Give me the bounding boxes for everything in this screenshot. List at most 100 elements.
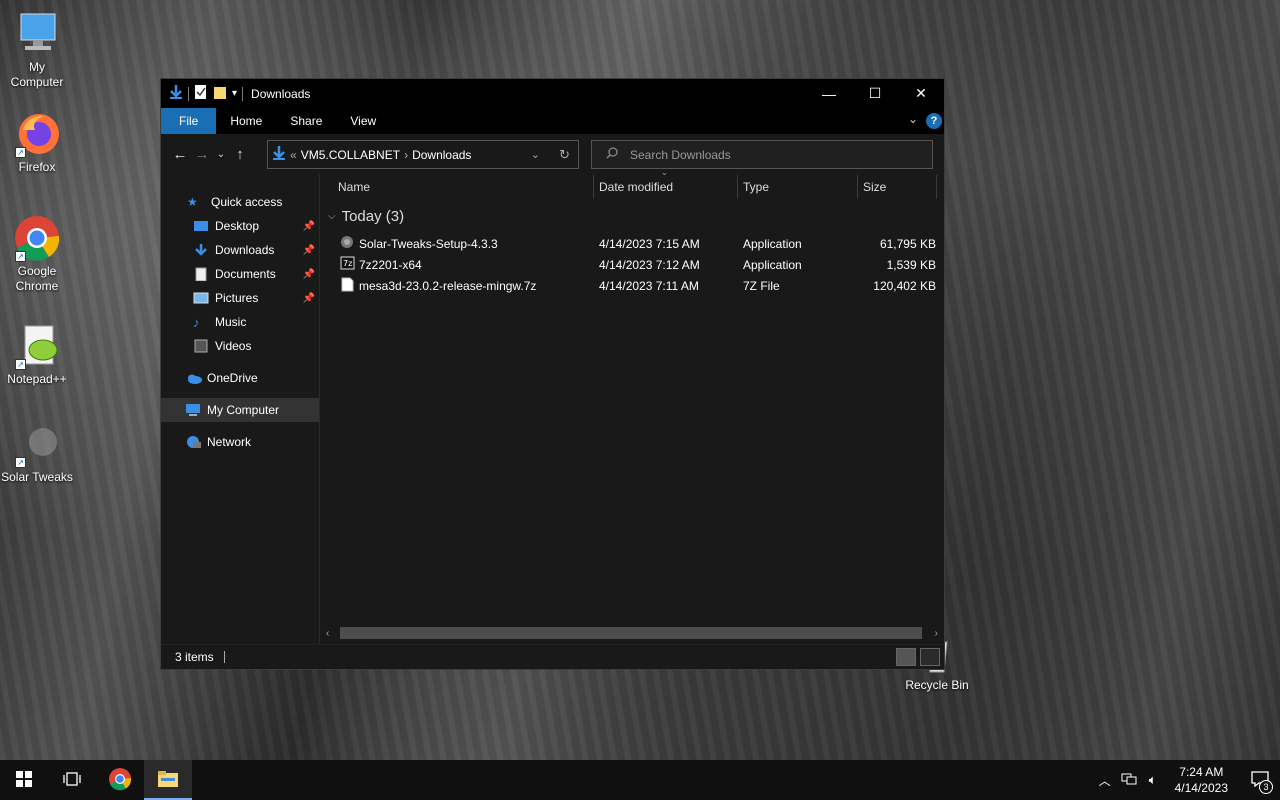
table-row[interactable]: mesa3d-23.0.2-release-mingw.7z 4/14/2023…: [336, 275, 936, 296]
column-header-size[interactable]: Size: [863, 180, 886, 194]
breadcrumb-downloads[interactable]: Downloads: [412, 148, 471, 162]
network-status-icon[interactable]: [1117, 772, 1141, 789]
forward-arrow-icon[interactable]: →: [191, 146, 213, 163]
nav-pictures[interactable]: Pictures 📌: [161, 286, 319, 310]
new-folder-icon[interactable]: [213, 84, 227, 103]
maximize-button[interactable]: ☐: [852, 79, 898, 108]
back-arrow-icon[interactable]: ←: [169, 146, 191, 163]
group-header-today[interactable]: ⌵ Today (3): [328, 208, 404, 225]
column-divider[interactable]: [593, 175, 594, 199]
file-name: 7z2201-x64: [359, 257, 422, 272]
breadcrumb-separator[interactable]: ›: [404, 148, 408, 162]
clock[interactable]: 7:24 AM 4/14/2023: [1175, 764, 1228, 796]
table-row[interactable]: 7z 7z2201-x64 4/14/2023 7:12 AM Applicat…: [336, 254, 936, 275]
column-header-date-modified[interactable]: Date modified: [599, 180, 673, 194]
column-divider[interactable]: [936, 175, 937, 199]
navigation-pane: ★ Quick access Desktop 📌 Downloads 📌 Doc…: [161, 174, 319, 644]
nav-videos[interactable]: Videos: [161, 334, 319, 358]
nav-label: Documents: [215, 267, 276, 281]
properties-icon[interactable]: [194, 84, 208, 103]
tab-view[interactable]: View: [336, 108, 390, 134]
window-title: Downloads: [251, 86, 311, 101]
column-header-name[interactable]: Name: [338, 180, 370, 194]
nav-label: Music: [215, 315, 247, 329]
desktop-icon-my-computer[interactable]: My Computer: [0, 10, 74, 90]
pin-icon[interactable]: 📌: [303, 221, 315, 232]
address-dropdown-chevron-icon[interactable]: ⌄: [531, 148, 540, 161]
refresh-icon[interactable]: ↻: [559, 147, 570, 163]
tab-share[interactable]: Share: [276, 108, 336, 134]
large-icons-view-button[interactable]: [920, 648, 940, 666]
file-explorer-window: ▾ Downloads — ☐ ✕ File Home Share View ⌄…: [160, 78, 945, 670]
column-header-type[interactable]: Type: [743, 180, 769, 194]
column-headers: Name Date modified ⌄ Type Size: [320, 168, 944, 199]
search-box[interactable]: Search Downloads: [591, 140, 933, 169]
desktop-icon-notepadpp[interactable]: ↗ Notepad++: [0, 322, 74, 387]
taskbar-file-explorer[interactable]: [144, 760, 192, 800]
action-center-button[interactable]: 3: [1240, 760, 1280, 800]
nav-label: Pictures: [215, 291, 259, 305]
breadcrumb-vm5-collabnet[interactable]: VM5.COLLABNET: [301, 148, 400, 162]
scrollbar-thumb[interactable]: [340, 627, 922, 639]
nav-network[interactable]: Network: [161, 430, 319, 454]
start-button[interactable]: [0, 760, 48, 800]
overflow-chevron[interactable]: «: [290, 148, 297, 162]
help-icon[interactable]: ?: [926, 113, 942, 129]
nav-downloads[interactable]: Downloads 📌: [161, 238, 319, 262]
expand-ribbon-chevron-icon[interactable]: ⌄: [908, 112, 918, 126]
address-bar[interactable]: « VM5.COLLABNET › Downloads ⌄ ↻: [267, 140, 579, 169]
horizontal-scrollbar[interactable]: ‹ ›: [324, 626, 940, 640]
nav-label: My Computer: [207, 403, 280, 417]
desktop-icon-chrome[interactable]: ↗ Google Chrome: [0, 214, 74, 294]
file-type: Application: [743, 257, 802, 272]
desktop-icon-label: Computer: [10, 75, 64, 89]
nav-music[interactable]: ♪ Music: [161, 310, 319, 334]
volume-icon[interactable]: 🔈︎: [1141, 772, 1165, 788]
tab-file[interactable]: File: [161, 108, 217, 134]
pin-icon[interactable]: 📌: [303, 245, 315, 256]
shortcut-arrow-icon: ↗: [15, 147, 26, 158]
nav-documents[interactable]: Documents 📌: [161, 262, 319, 286]
nav-quick-access[interactable]: ★ Quick access: [161, 190, 319, 214]
table-row[interactable]: Solar-Tweaks-Setup-4.3.3 4/14/2023 7:15 …: [336, 233, 936, 254]
desktop-icon-firefox[interactable]: ↗ Firefox: [0, 110, 74, 175]
nav-my-computer[interactable]: My Computer: [161, 398, 319, 422]
desktop-icon-label: Recycle Bin: [905, 678, 969, 692]
item-count: 3 items: [175, 650, 214, 664]
desktop-icon-solar-tweaks[interactable]: ↗ Solar Tweaks: [0, 420, 74, 485]
nav-onedrive[interactable]: OneDrive: [161, 366, 319, 390]
recent-locations-chevron-icon[interactable]: ⌄: [213, 149, 229, 160]
scroll-right-arrow-icon[interactable]: ›: [935, 628, 938, 639]
search-input[interactable]: Search Downloads: [630, 148, 731, 162]
details-view-button[interactable]: [896, 648, 916, 666]
title-bar[interactable]: ▾ Downloads — ☐ ✕: [161, 79, 944, 108]
column-divider[interactable]: [857, 175, 858, 199]
file-icon: [340, 277, 355, 295]
firefox-icon: ↗: [13, 110, 61, 158]
notepadpp-icon: ↗: [13, 322, 61, 370]
close-button[interactable]: ✕: [898, 79, 944, 108]
customize-toolbar-chevron-icon[interactable]: ▾: [232, 88, 237, 99]
file-name: Solar-Tweaks-Setup-4.3.3: [359, 236, 498, 251]
collapse-chevron-icon[interactable]: ⌵: [328, 211, 336, 222]
nav-desktop[interactable]: Desktop 📌: [161, 214, 319, 238]
quick-access-toolbar: ▾: [161, 84, 244, 103]
clock-date: 4/14/2023: [1174, 781, 1228, 795]
task-view-button[interactable]: [48, 760, 96, 800]
taskbar-chrome[interactable]: [96, 760, 144, 800]
file-size: 120,402 KB: [873, 278, 936, 293]
minimize-button[interactable]: —: [806, 79, 852, 108]
setup-icon: [340, 235, 355, 252]
show-hidden-icons-chevron-icon[interactable]: ︿: [1093, 772, 1117, 789]
tab-home[interactable]: Home: [216, 108, 276, 134]
nav-label: Videos: [215, 339, 252, 353]
taskbar: ︿ 🔈︎ 7:24 AM 4/14/2023 3: [0, 760, 1280, 800]
pin-icon[interactable]: 📌: [303, 293, 315, 304]
up-arrow-icon[interactable]: ↑: [229, 146, 251, 163]
svg-text:7z: 7z: [343, 259, 352, 268]
column-divider[interactable]: [737, 175, 738, 199]
notification-count-badge: 3: [1259, 780, 1273, 794]
scroll-left-arrow-icon[interactable]: ‹: [326, 628, 329, 639]
pin-icon[interactable]: 📌: [303, 269, 315, 280]
file-date: 4/14/2023 7:12 AM: [599, 257, 700, 272]
